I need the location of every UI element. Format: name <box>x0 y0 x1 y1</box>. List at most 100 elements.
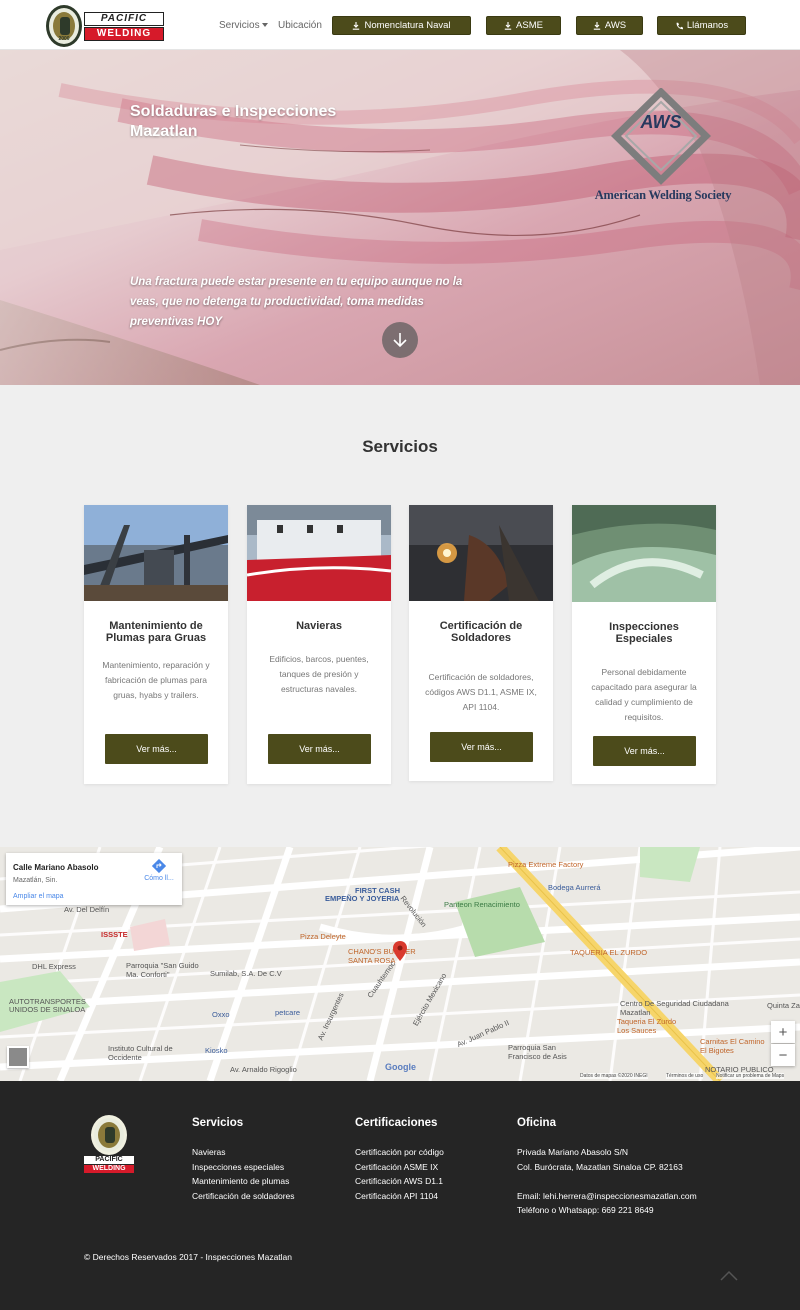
footer-logo[interactable]: PACIFIC WELDING <box>84 1115 134 1175</box>
map-label: Av. Del Delfín <box>64 905 110 914</box>
service-card-title: Mantenimiento de Plumas para Gruas <box>105 620 207 644</box>
nav-servicios-dropdown[interactable]: Servicios <box>219 20 268 31</box>
nav-servicios-label: Servicios <box>219 20 260 31</box>
logo-text-pacific: PACIFIC <box>84 12 164 26</box>
map-label: Pizza Extreme Factory <box>508 860 584 869</box>
aws-label: AWS <box>604 20 627 31</box>
footer-phone[interactable]: Teléfono o Whatsapp: 669 221 8649 <box>517 1203 697 1218</box>
footer-address-line: Col. Burócrata, Mazatlan Sinaloa CP. 821… <box>517 1161 683 1172</box>
site-footer: PACIFIC WELDING Servicios Navieras Inspe… <box>0 1081 800 1310</box>
llamanos-label: Llámanos <box>686 20 729 31</box>
pacific-welding-logo[interactable]: 2000 PACIFIC WELDING <box>46 5 166 47</box>
service-card-title: Inspecciones Especiales <box>609 621 679 645</box>
service-card-title: Certificación de Soldadores <box>439 620 523 644</box>
footer-link[interactable]: Certificación API 1104 <box>355 1189 444 1204</box>
scroll-down-button[interactable] <box>382 322 418 358</box>
footer-link[interactable]: Inspecciones especiales <box>192 1160 295 1175</box>
ver-mas-button[interactable]: Ver más... <box>593 736 696 766</box>
service-card-title: Navieras <box>296 620 342 632</box>
service-card-text: Personal debidamente capacitado para ase… <box>591 667 697 722</box>
service-card-text: Mantenimiento, reparación y fabricación … <box>102 660 210 700</box>
service-card-certificacion: Certificación de Soldadores Certificació… <box>409 505 553 781</box>
asme-button[interactable]: ASME <box>486 16 561 35</box>
map-label: Sumilab, S.A. De C.V <box>210 969 282 978</box>
map-label: Centro De Seguridad Ciudadana Mazatlan <box>620 999 729 1017</box>
footer-link[interactable]: Certificación por código <box>355 1145 444 1160</box>
map-attribution: Datos de mapas ©2020 INEGI <box>580 1073 648 1079</box>
map-marker-icon[interactable] <box>393 941 407 961</box>
map-label: Oxxo <box>212 1010 230 1019</box>
map-label: Taqueria El Zurdo Los Sauces <box>617 1017 677 1035</box>
footer-spacer <box>517 1174 697 1189</box>
phone-icon <box>676 22 683 29</box>
footer-copyright: © Derechos Reservados 2017 - Inspeccione… <box>84 1252 293 1262</box>
map-satellite-toggle[interactable] <box>7 1046 29 1068</box>
download-icon <box>593 21 601 30</box>
nav-ubicacion-link[interactable]: Ubicación <box>278 20 322 31</box>
arrow-down-icon <box>393 333 407 348</box>
footer-link[interactable]: Navieras <box>192 1145 295 1160</box>
map-terms-link[interactable]: Términos de uso <box>666 1073 704 1079</box>
welder-sparks-photo <box>409 505 553 601</box>
footer-link[interactable]: Mantenimiento de plumas <box>192 1174 295 1189</box>
map-label: UNIDOS DE SINALOA <box>9 1005 86 1014</box>
map-label: Bodega Aurrerá <box>548 883 601 892</box>
map-label: petcare <box>275 1008 301 1017</box>
nomenclatura-naval-button[interactable]: Nomenclatura Naval <box>332 16 471 35</box>
download-icon <box>504 21 512 30</box>
footer-link[interactable]: Certificación ASME IX <box>355 1160 444 1175</box>
map-label: Av. Arnaldo Rigoglio <box>230 1065 297 1074</box>
directions-icon <box>151 858 167 874</box>
map-zoom-out-button[interactable]: − <box>771 1044 795 1066</box>
ship-hull-photo <box>247 505 391 601</box>
aws-button[interactable]: AWS <box>576 16 643 35</box>
location-map[interactable]: Calle Mariano Abasolo Mazatlán, Sin. Cóm… <box>0 847 800 1081</box>
services-section-title: Servicios <box>362 437 438 456</box>
footer-link[interactable]: Certificación de soldadores <box>192 1189 295 1204</box>
crane-boom-photo <box>84 505 228 601</box>
footer-link[interactable]: Certificación AWS D1.1 <box>355 1174 444 1189</box>
footer-servicios-column: Servicios Navieras Inspecciones especial… <box>192 1117 295 1203</box>
footer-logo-seal-icon <box>91 1115 127 1155</box>
hero-banner: Soldaduras e Inspecciones Mazatlan AWS A… <box>0 50 800 385</box>
map-report-link[interactable]: Notificar un problema de Maps <box>716 1073 785 1079</box>
aws-logo: AWS American Welding Society <box>588 88 738 208</box>
footer-email[interactable]: Email: lehi.herrera@inspeccionesmazatlan… <box>517 1189 697 1204</box>
aws-diamond-icon <box>610 88 712 185</box>
inspection-weld-photo <box>572 505 716 602</box>
map-label: DHL Express <box>32 962 76 971</box>
footer-address-line: Privada Mariano Abasolo S/N <box>517 1147 629 1157</box>
ver-mas-button[interactable]: Ver más... <box>268 734 371 764</box>
service-card-plumas: Mantenimiento de Plumas para Gruas Mante… <box>84 505 228 784</box>
hero-title: Soldaduras e Inspecciones Mazatlan <box>130 103 337 140</box>
map-label: Kiosko <box>205 1046 228 1055</box>
map-zoom-in-button[interactable]: + <box>771 1021 795 1043</box>
google-logo: Google <box>385 1062 416 1072</box>
asme-label: ASME <box>516 20 543 31</box>
top-navbar: 2000 PACIFIC WELDING Servicios Ubicación… <box>0 0 800 50</box>
nomenclatura-naval-label: Nomenclatura Naval <box>364 20 451 31</box>
service-card-navieras: Navieras Edificios, barcos, puentes, tan… <box>247 505 391 784</box>
hero-tagline: Una fractura puede estar presente en tu … <box>130 276 463 328</box>
service-card-inspecciones: Inspecciones Especiales Personal debidam… <box>572 505 716 784</box>
map-enlarge-link[interactable]: Ampliar el mapa <box>13 893 64 900</box>
map-label: ISSSTE <box>101 930 128 939</box>
map-directions-button[interactable]: Cómo ll... <box>139 858 179 882</box>
aws-name-text: American Welding Society <box>594 188 732 202</box>
footer-column-title: Servicios <box>192 1117 244 1129</box>
map-label: TAQUERIA EL ZURDO <box>570 948 648 957</box>
map-place-name: Calle Mariano Abasolo <box>13 863 99 872</box>
service-card-text: Edificios, barcos, puentes, tanques de p… <box>269 654 369 694</box>
map-label: Pizza Deleyte <box>300 932 346 941</box>
ver-mas-button[interactable]: Ver más... <box>430 732 533 762</box>
footer-column-title: Certificaciones <box>355 1117 438 1129</box>
llamanos-button[interactable]: Llámanos <box>657 16 746 35</box>
map-label: Carnitas El Camino El Bigotes <box>700 1037 765 1055</box>
map-label: Quinta Za <box>767 1001 800 1010</box>
logo-year: 2000 <box>58 36 70 42</box>
footer-column-title: Oficina <box>517 1117 556 1129</box>
map-place-sub: Mazatlán, Sin. <box>13 877 58 884</box>
ver-mas-button[interactable]: Ver más... <box>105 734 208 764</box>
aws-mark-text: AWS <box>640 112 682 132</box>
back-to-top-button[interactable] <box>716 1263 742 1289</box>
